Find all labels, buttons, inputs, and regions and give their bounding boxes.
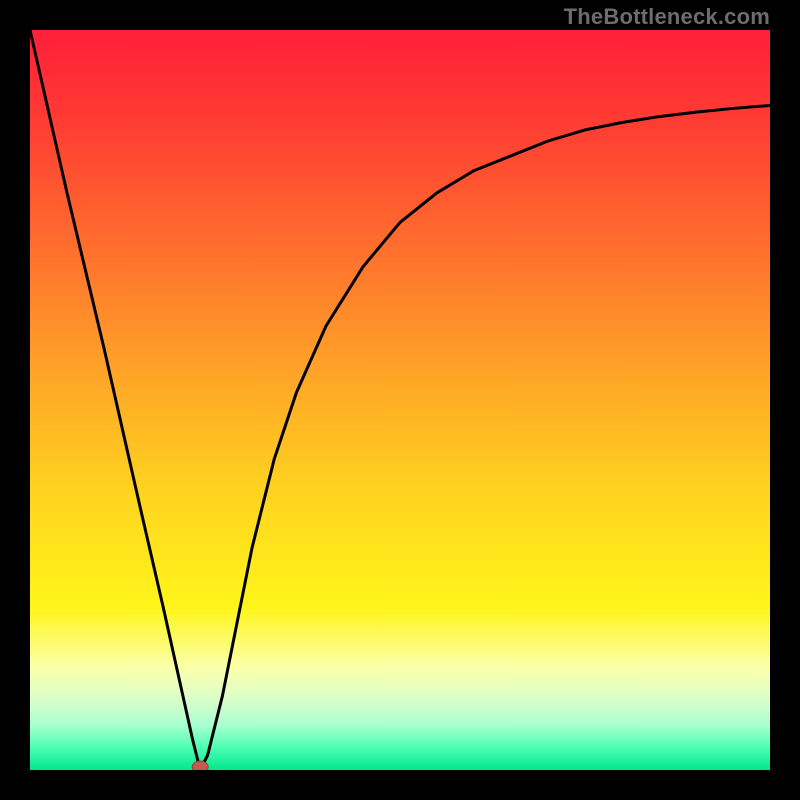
gradient-background [30,30,770,770]
plot-frame [30,30,770,770]
bottleneck-chart [30,30,770,770]
watermark-text: TheBottleneck.com [564,4,770,30]
optimal-point-marker [192,761,208,770]
